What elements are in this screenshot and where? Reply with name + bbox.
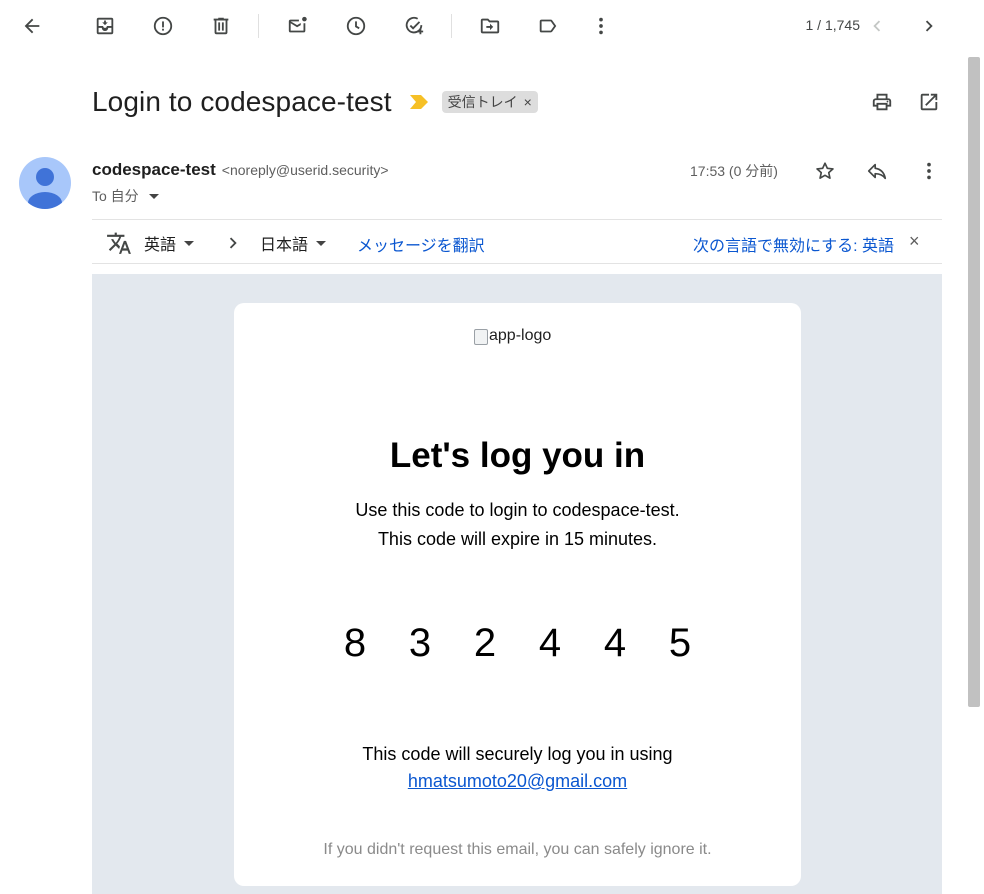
more-options-button[interactable] — [581, 6, 621, 46]
more-vert-icon — [599, 17, 603, 35]
secure-login-email: hmatsumoto20@gmail.com — [234, 771, 801, 792]
star-button[interactable] — [809, 155, 841, 187]
sender-email: <noreply@userid.security> — [221, 162, 389, 178]
translate-icon — [107, 232, 131, 254]
trash-icon — [213, 17, 229, 35]
chevron-down-icon — [316, 240, 327, 246]
chevron-left-icon — [873, 20, 881, 32]
headline: Let's log you in — [389, 436, 646, 475]
reply-icon — [867, 163, 887, 180]
sender-name[interactable]: codespace-test — [92, 160, 216, 180]
code-digit: 4 — [603, 621, 627, 665]
pager-count: 1 / 1,745 — [805, 17, 861, 33]
label-chip-text: 受信トレイ — [447, 94, 518, 110]
instruction-line-2: This code will expire in 15 minutes. — [377, 529, 658, 549]
print-button[interactable] — [866, 86, 898, 118]
back-button[interactable] — [12, 6, 52, 46]
subject-row: Login to codespace-test 受信トレイ × — [92, 84, 538, 120]
chevron-down-icon — [184, 240, 195, 246]
toolbar-divider — [258, 14, 259, 38]
chevron-right-icon — [925, 20, 933, 32]
disable-translation-link[interactable]: 次の言語で無効にする: 英語 — [693, 232, 894, 256]
label-icon — [539, 19, 557, 33]
target-language-select[interactable]: 日本語 — [260, 231, 327, 255]
message-toolbar: 1 / 1,745 — [0, 0, 966, 52]
sender-avatar[interactable] — [19, 157, 71, 209]
code-digit: 8 — [343, 621, 367, 665]
label-chip-inbox: 受信トレイ × — [441, 91, 538, 113]
star-icon — [816, 162, 834, 179]
open-new-window-button[interactable] — [913, 86, 945, 118]
mark-unread-icon — [288, 16, 307, 33]
recipient-details-toggle[interactable]: To 自分 — [92, 186, 159, 206]
sender-line: codespace-test <noreply@userid.security> — [92, 160, 389, 180]
snooze-clock-icon — [346, 16, 366, 36]
move-to-button[interactable] — [470, 6, 510, 46]
translate-bar: 英語 日本語 メッセージを翻訳 次の言語で無効にする: 英語 × — [92, 219, 942, 264]
close-translate-bar-button[interactable]: × — [909, 231, 920, 252]
code-digit: 3 — [408, 621, 432, 665]
code-digit: 5 — [668, 621, 692, 665]
importance-marker-icon[interactable] — [409, 95, 428, 109]
email-time: 17:53 (0 分前) — [690, 163, 778, 179]
older-button[interactable] — [909, 6, 949, 46]
remove-label-button[interactable]: × — [524, 94, 532, 110]
snooze-button[interactable] — [336, 6, 376, 46]
move-to-icon — [480, 18, 500, 34]
login-card: app-logo Let's log you in Use this code … — [234, 303, 801, 886]
person-icon — [28, 168, 62, 209]
code-digit: 4 — [538, 621, 562, 665]
user-email-link[interactable]: hmatsumoto20@gmail.com — [408, 771, 627, 791]
login-code: 8 3 2 4 4 5 — [234, 621, 801, 666]
toolbar-divider — [451, 14, 452, 38]
reply-button[interactable] — [861, 155, 893, 187]
app-logo-alt-text: app-logo — [489, 327, 552, 344]
add-task-button[interactable] — [394, 6, 434, 46]
source-language-select[interactable]: 英語 — [144, 231, 195, 255]
add-task-icon — [405, 16, 424, 35]
label-button[interactable] — [528, 6, 568, 46]
more-vert-icon — [927, 162, 931, 180]
secure-login-text: This code will securely log you in using — [362, 744, 673, 764]
delete-button[interactable] — [201, 6, 241, 46]
broken-image-icon — [474, 329, 488, 345]
chevron-down-icon — [148, 193, 159, 199]
chevron-right-icon — [229, 237, 237, 249]
ignore-notice: If you didn't request this email, you ca… — [323, 841, 712, 858]
print-icon — [872, 93, 892, 111]
archive-icon — [96, 17, 114, 35]
open-in-new-icon — [920, 93, 938, 111]
email-body: app-logo Let's log you in Use this code … — [92, 274, 942, 894]
newer-button[interactable] — [857, 6, 897, 46]
translate-message-link[interactable]: メッセージを翻訳 — [357, 232, 485, 256]
target-language: 日本語 — [260, 237, 309, 254]
message-more-button[interactable] — [913, 155, 945, 187]
recipient-text: To 自分 — [92, 188, 139, 204]
instruction-line-1: Use this code to login to codespace-test… — [355, 500, 680, 520]
source-language: 英語 — [144, 237, 177, 254]
app-logo-image: app-logo — [474, 327, 551, 345]
report-spam-button[interactable] — [143, 6, 183, 46]
archive-button[interactable] — [85, 6, 125, 46]
email-subject: Login to codespace-test — [92, 86, 392, 117]
scrollbar-thumb[interactable] — [968, 57, 980, 707]
code-digit: 2 — [473, 621, 497, 665]
arrow-left-icon — [24, 18, 40, 34]
mark-unread-button[interactable] — [278, 6, 318, 46]
report-spam-icon — [153, 16, 173, 36]
